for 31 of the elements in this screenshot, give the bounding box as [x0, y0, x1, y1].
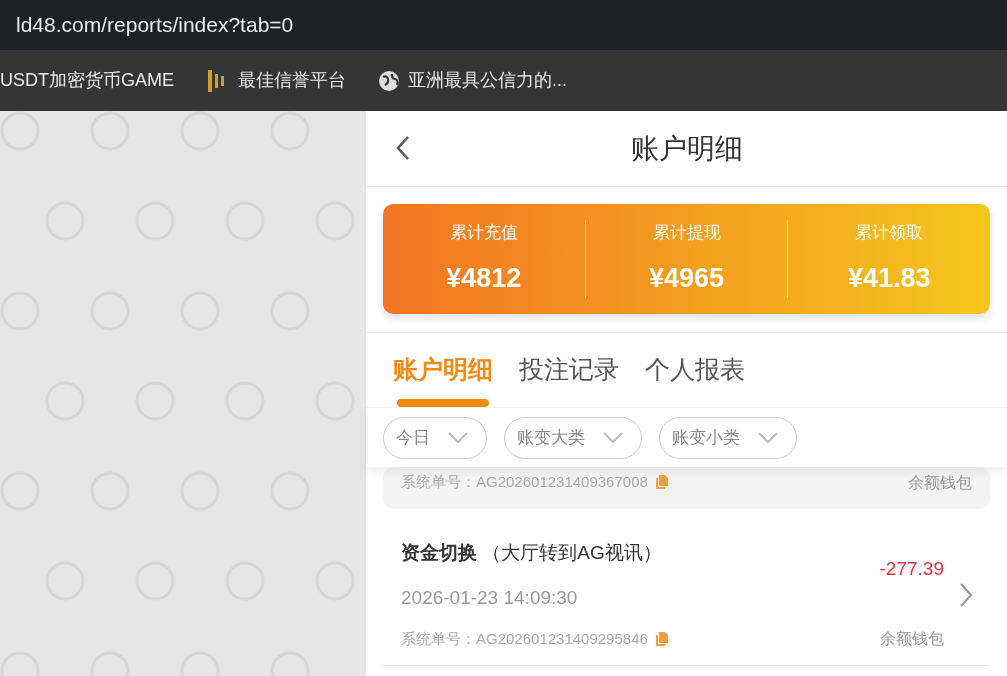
- order-number: 系统单号：AG202601231409367008: [401, 472, 648, 492]
- copy-icon[interactable]: [655, 632, 668, 647]
- chevron-down-icon: [603, 432, 623, 443]
- globe-icon: [378, 69, 400, 92]
- back-button[interactable]: [396, 135, 410, 161]
- chevron-down-icon: [758, 432, 778, 443]
- summary-value: ¥41.83: [847, 261, 931, 295]
- transaction-title: 资金切换 （大厅转到AG视讯）: [401, 541, 663, 565]
- summary-label: 累计提现: [652, 222, 721, 244]
- transaction-date: 2026-01-23 14:09:30: [401, 585, 579, 610]
- summary-label: 累计领取: [855, 222, 924, 244]
- filter-dropdown[interactable]: 账变小类: [659, 416, 797, 459]
- bookmark-link[interactable]: 亚洲最具公信力的...: [378, 67, 568, 94]
- bookmark-link[interactable]: USDT加密货币GAME: [0, 67, 174, 94]
- tab[interactable]: 投注记录: [519, 333, 619, 407]
- transaction-amount: -277.39: [879, 557, 944, 581]
- order-number: 系统单号：AG202601231409295846: [401, 629, 648, 649]
- wallet-label: 余额钱包: [908, 473, 972, 493]
- bookmark-link[interactable]: 最佳信誉平台: [206, 67, 346, 94]
- tab[interactable]: 个人报表: [645, 333, 745, 407]
- filter-dropdown[interactable]: 账变大类: [504, 416, 642, 459]
- summary-label: 累计充值: [449, 222, 518, 244]
- url-text[interactable]: ld48.com/reports/index?tab=0: [16, 9, 294, 41]
- chevron-right-icon[interactable]: [960, 582, 972, 607]
- copy-icon[interactable]: [655, 475, 668, 490]
- wallet-label: 余额钱包: [880, 628, 944, 649]
- summary-value: ¥4812: [446, 261, 522, 295]
- page-title: 账户明细: [630, 131, 743, 166]
- chevron-down-icon: [448, 432, 468, 443]
- summary-value: ¥4965: [648, 261, 725, 295]
- filter-dropdown[interactable]: 今日: [383, 416, 487, 459]
